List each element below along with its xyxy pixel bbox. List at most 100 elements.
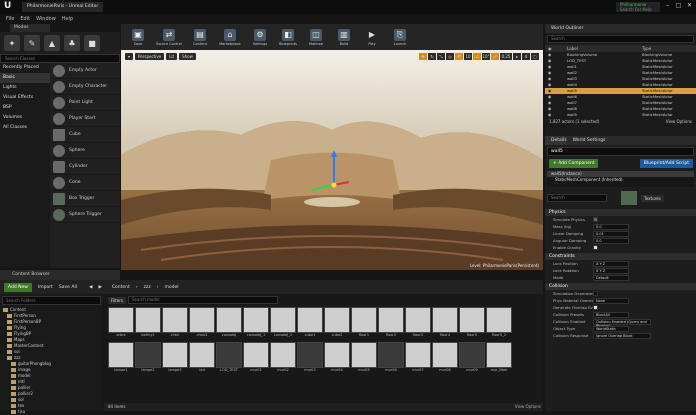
add-component-button[interactable]: + Add Component [549,159,599,168]
breadcrumb-zzz[interactable]: zzz [144,285,151,290]
camera-speed-icon[interactable]: ▸ [513,53,521,60]
nav-back-icon[interactable]: ◀ [89,285,92,290]
physics-section[interactable]: Physics [545,209,696,216]
property-value[interactable]: X Y Z [593,260,629,267]
asset-tile[interactable]: floor5_2 [486,307,512,338]
asset-tile[interactable]: lampe2 [135,342,161,373]
property-value[interactable]: 0.01 [593,230,629,237]
paint-icon[interactable]: ✎ [24,35,40,51]
build-button[interactable]: ▥ Build [331,24,357,50]
category-bsp[interactable]: BSP [0,103,50,113]
place-item[interactable]: Point Light [50,95,120,111]
asset-tile[interactable]: floor1 [351,307,377,338]
property-checkbox[interactable] [593,291,598,296]
asset-tile[interactable]: lampe3 [162,342,188,373]
category-visual-effects[interactable]: Visual Effects [0,93,50,103]
asset-tile[interactable]: mur_fiber [486,342,512,373]
category-basic[interactable]: Basic [0,73,50,83]
asset-tile[interactable]: mur09 [459,342,485,373]
place-item[interactable]: Cube [50,127,120,143]
asset-tile[interactable]: lampe1 [108,342,134,373]
place-icon[interactable]: ✦ [4,35,20,51]
asset-tile[interactable]: consoleJ_1 [243,307,269,338]
place-item[interactable]: Empty Actor [50,63,120,79]
folder-search-input[interactable]: Search Folders [2,296,101,305]
perspective-button[interactable]: Perspective [135,53,165,60]
tab-content-browser[interactable]: Content Browser [0,270,120,280]
asset-tile[interactable]: mur02 [270,342,296,373]
blueprint-add-script-button[interactable]: Blueprint/Add Script [639,159,693,168]
asset-tile[interactable]: mur08 [432,342,458,373]
component-static-mesh[interactable]: StaticMeshComponent (Inherited) [547,177,694,183]
asset-tile[interactable]: cube1 [297,307,323,338]
scale-snap-icon[interactable]: ⤢ [491,53,499,60]
breadcrumb-model[interactable]: model [165,285,179,290]
lit-button[interactable]: Lit [166,53,178,60]
save-all-button[interactable]: Save All [59,285,77,290]
property-value[interactable]: Collision Enabled (Query and Physics) [593,318,651,328]
asset-tile[interactable]: mur03 [297,342,323,373]
property-checkbox[interactable] [593,245,598,250]
user-badge[interactable]: Philharmonie Search For Help [616,2,660,12]
property-value[interactable]: Default [593,274,629,281]
viewport-menu-button[interactable]: ▾ [125,53,134,60]
asset-tile[interactable]: cube2 [324,307,350,338]
filters-button[interactable]: Filters [108,296,126,304]
scale-icon[interactable]: ⤡ [437,53,445,60]
menu-help[interactable]: Help [62,16,73,22]
breadcrumb-content[interactable]: Content [112,285,130,290]
asset-tile[interactable]: mur01 [243,342,269,373]
asset-tile[interactable]: mur06 [378,342,404,373]
maximize-viewport-icon[interactable]: ▢ [531,53,539,60]
place-item[interactable]: Sphere [50,143,120,159]
blueprints-button[interactable]: ◧ Blueprints [275,24,301,50]
modes-search-input[interactable]: Search Classes [0,54,120,63]
level-viewport[interactable]: ▾ Perspective Lit Show ✥ ↻ ⤡ ◎ # 10 ∠ 10… [121,50,543,270]
property-value[interactable]: 0.0 [593,223,629,230]
constraints-section[interactable]: Constraints [545,253,696,260]
place-item[interactable]: Cone [50,175,120,191]
asset-tile[interactable]: floor3 [405,307,431,338]
asset-tile[interactable]: mur07 [405,342,431,373]
asset-tile[interactable]: mur05 [351,342,377,373]
landscape-icon[interactable]: ▲ [44,35,60,51]
category-all-classes[interactable]: All Classes [0,123,50,133]
project-tab[interactable]: PhilarmonieParis - Unreal Editor [22,2,104,12]
close-icon[interactable]: ✕ [685,2,694,10]
grid-snap-value[interactable]: 10 [464,53,472,60]
place-item[interactable]: Player Start [50,111,120,127]
grid-snap-icon[interactable]: # [455,53,463,60]
source-control-button[interactable]: ⇄ Source Control [153,24,185,50]
outliner-view-options[interactable]: View Options [666,118,692,125]
asset-tile[interactable]: arbre [108,307,134,338]
camera-speed-value[interactable]: 4 [522,53,530,60]
scale-snap-value[interactable]: 0.25 [500,53,512,60]
settings-button[interactable]: ⚙ Settings [247,24,273,50]
geometry-icon[interactable]: ■ [84,35,100,51]
property-value[interactable]: None [593,297,629,304]
translate-icon[interactable]: ✥ [419,53,427,60]
add-new-button[interactable]: Add New [4,282,32,292]
outliner-search-input[interactable]: Search [547,35,694,43]
place-item[interactable]: Cylinder [50,159,120,175]
tab-world-settings[interactable]: World Settings [566,136,606,145]
tab-details[interactable]: Details [545,136,567,145]
content-button[interactable]: ▤ Content [187,24,213,50]
save-button[interactable]: ▣ Save [125,24,151,50]
asset-search-input[interactable]: Search model [128,296,278,304]
asset-tile[interactable]: consoleJ [216,307,242,338]
minimize-icon[interactable]: – [663,2,672,10]
place-item[interactable]: Sphere Trigger [50,207,120,223]
category-volumes[interactable]: Volumes [0,113,50,123]
rotation-snap-icon[interactable]: ∠ [473,53,481,60]
property-value[interactable]: WorldStatic [593,325,629,332]
tab-modes[interactable]: Modes [10,24,50,32]
import-button[interactable]: Import [38,285,53,290]
menu-file[interactable]: File [6,16,14,22]
asset-tile[interactable]: LOD_TEST [216,342,242,373]
foliage-icon[interactable]: ♣ [64,35,80,51]
property-checkbox[interactable] [593,305,598,310]
property-value[interactable]: Ignore Overlap Block [593,332,651,339]
rotate-icon[interactable]: ↻ [428,53,436,60]
label-column-header[interactable]: Label [567,45,642,52]
